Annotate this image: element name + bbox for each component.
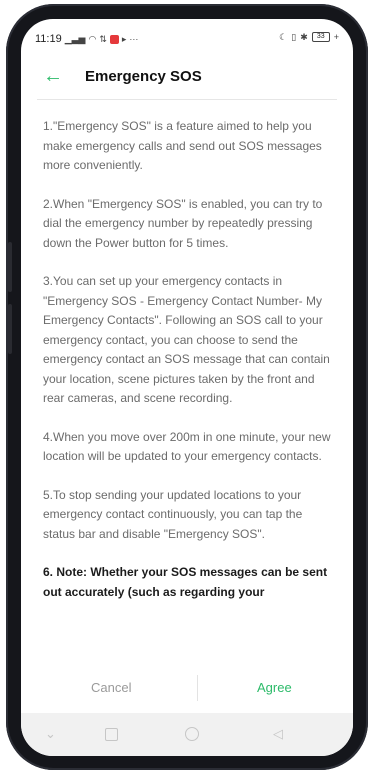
header-divider (37, 99, 337, 100)
chevron-down-icon[interactable]: ⌄ (45, 727, 56, 740)
status-time: 11:19 (35, 33, 62, 45)
status-right: ☾ ▯ ✱ 33 + (279, 32, 339, 42)
home-circle-icon[interactable] (185, 727, 199, 741)
action-divider (197, 675, 198, 701)
paragraph-1: 1."Emergency SOS" is a feature aimed to … (43, 119, 322, 172)
wifi-icon: ◠ (88, 33, 97, 44)
status-bar: 11:19 ▁▃▅ ◠ ⇅ ▸ ··· ☾ ▯ ✱ 33 + (21, 19, 353, 57)
paragraph-4: 4.When you move over 200m in one minute,… (43, 429, 331, 464)
paragraph-5: 5.To stop sending your updated locations… (43, 487, 303, 541)
more-dots-icon: ··· (129, 33, 139, 44)
agree-button[interactable]: Agree (257, 680, 292, 695)
screen: 11:19 ▁▃▅ ◠ ⇅ ▸ ··· ☾ ▯ ✱ 33 + ← Emergen… (21, 19, 353, 756)
paragraph-6-note: 6. Note: Whether your SOS messages can b… (43, 565, 328, 599)
phone-frame: 11:19 ▁▃▅ ◠ ⇅ ▸ ··· ☾ ▯ ✱ 33 + ← Emergen… (6, 4, 368, 770)
back-arrow-icon[interactable]: ← (43, 66, 65, 88)
battery-icon: 33 (311, 32, 330, 42)
data-icon: ⇅ (99, 33, 107, 44)
status-left: 11:19 ▁▃▅ ◠ ⇅ ▸ ··· (35, 33, 138, 45)
page-title: Emergency SOS (85, 68, 202, 85)
vibrate-icon: ▯ (291, 31, 297, 42)
play-icon: ▸ (121, 33, 127, 44)
terms-content[interactable]: 1."Emergency SOS" is a feature aimed to … (43, 117, 335, 672)
paragraph-3: 3.You can set up your emergency contacts… (43, 274, 330, 405)
charging-icon: + (333, 31, 339, 42)
bluetooth-icon: ✱ (300, 31, 308, 42)
paragraph-2: 2.When "Emergency SOS" is enabled, you c… (43, 196, 323, 250)
action-bar: Cancel Agree (21, 675, 353, 709)
cancel-button[interactable]: Cancel (91, 680, 131, 695)
back-triangle-icon[interactable]: ◁ (273, 727, 283, 740)
app-header: ← Emergency SOS (21, 57, 353, 97)
navigation-bar: ⌄ ◁ (21, 713, 353, 756)
recents-square-icon[interactable] (105, 728, 118, 741)
moon-icon: ☾ (279, 31, 288, 42)
volume-up-button (8, 242, 12, 292)
content-fade (21, 643, 353, 677)
signal-icon: ▁▃▅ (64, 33, 86, 44)
notification-red-icon (109, 34, 119, 44)
volume-down-button (8, 304, 12, 354)
